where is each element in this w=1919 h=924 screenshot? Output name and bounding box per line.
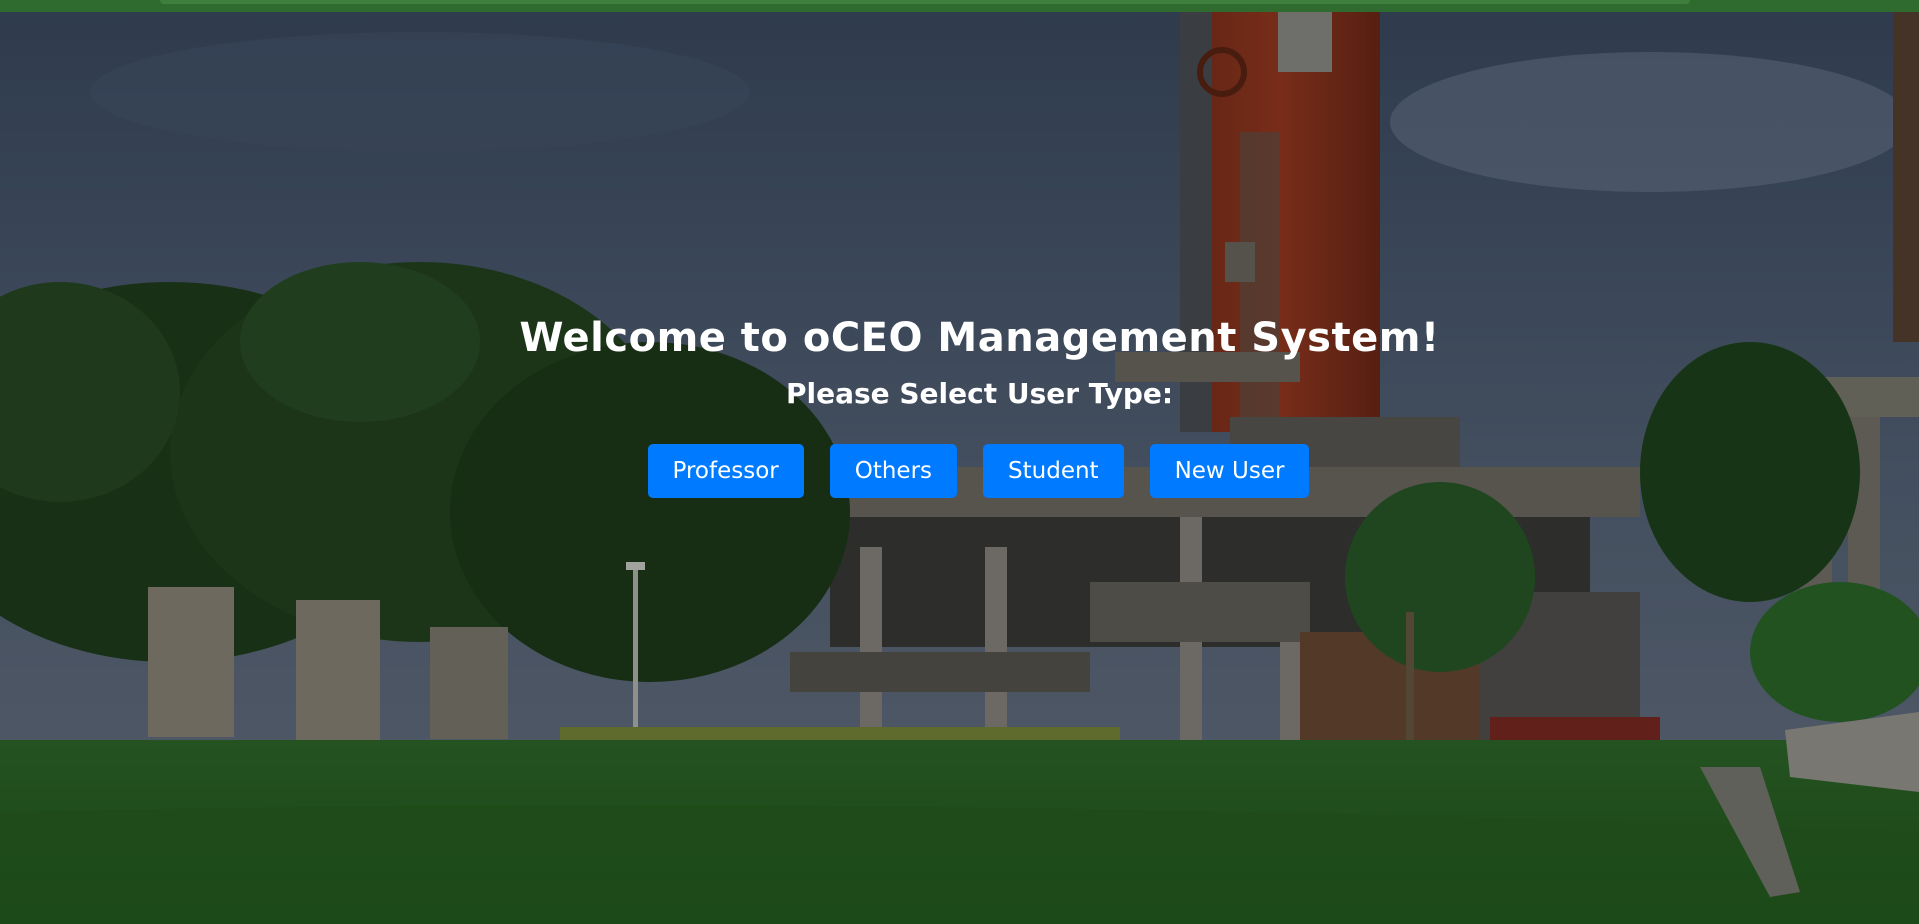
login-page: Welcome to oCEO Management System! Pleas… [0,0,1919,924]
user-type-buttons: Professor Others Student New User [0,444,1919,498]
top-bar [0,0,1919,12]
top-bar-accent [160,0,1690,4]
professor-button[interactable]: Professor [647,444,804,498]
others-button[interactable]: Others [829,444,958,498]
student-button[interactable]: Student [983,444,1124,498]
user-type-prompt: Please Select User Type: [785,377,1174,410]
page-title: Welcome to oCEO Management System! [519,315,1440,361]
user-type-selector: Welcome to oCEO Management System! Pleas… [0,310,1919,498]
new-user-button[interactable]: New User [1149,444,1310,498]
